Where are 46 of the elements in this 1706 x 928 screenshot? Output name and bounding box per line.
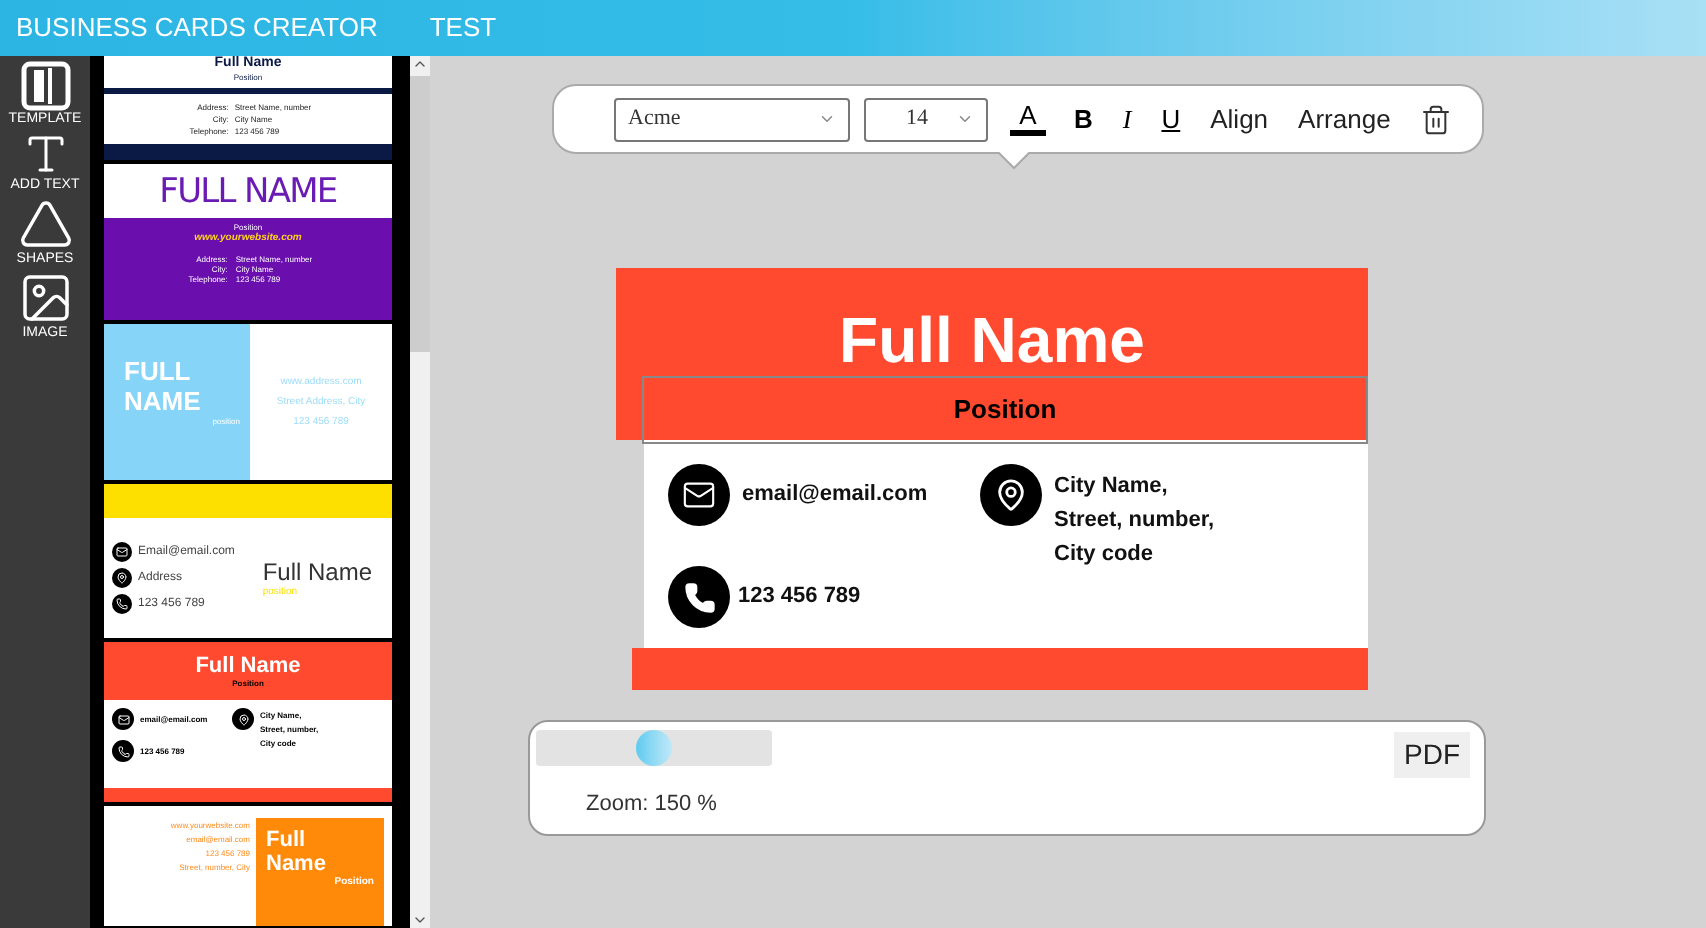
italic-button[interactable]: I [1116, 99, 1138, 139]
phone-icon [112, 740, 134, 762]
underline-button[interactable]: U [1155, 99, 1187, 139]
template-name: Full Name [262, 559, 372, 585]
card-address: City code [1054, 540, 1156, 570]
font-value: Acme [628, 104, 681, 135]
pin-icon [232, 708, 254, 730]
zoom-label: Zoom: 150 % [586, 790, 719, 820]
app-subtitle: TEST [429, 10, 497, 47]
card-address: City Name, [1054, 472, 1170, 502]
pdf-button[interactable]: PDF [1394, 732, 1470, 778]
phone-icon [112, 594, 132, 614]
toolbar-button[interactable]: Arrange [1292, 99, 1397, 139]
card-email: email@email.com [742, 480, 928, 511]
text-color-button[interactable]: A [1006, 102, 1050, 136]
size-select[interactable]: 14 [864, 97, 988, 141]
mail-icon [112, 542, 132, 562]
font-select[interactable]: Acme [614, 97, 850, 141]
triangle-icon [17, 196, 73, 252]
template-name: FULL NAME [159, 173, 337, 209]
bold-button[interactable]: B [1068, 99, 1099, 139]
card-name: Full Name [839, 304, 1145, 376]
template-name: FULL [124, 356, 193, 386]
template-name: Full Name [195, 654, 301, 678]
toolbar-button[interactable]: Align [1204, 99, 1275, 139]
template-name: Name [266, 852, 328, 876]
template-name: Full [266, 828, 308, 852]
scroll-up-icon[interactable] [412, 56, 428, 72]
app-title: BUSINESS CARDS CREATOR [16, 10, 378, 47]
size-value: 14 [906, 104, 928, 135]
card-position: Position [953, 392, 1057, 429]
image-icon [17, 270, 73, 326]
card-phone: 123 456 789 [738, 582, 861, 613]
caret-icon [818, 110, 836, 128]
pin-icon [980, 464, 1042, 526]
slider-thumb[interactable] [636, 730, 672, 766]
template-icon [19, 60, 71, 112]
phone-icon [668, 566, 730, 628]
mail-icon [112, 708, 134, 730]
pin-icon [112, 568, 132, 588]
scroll-down-icon[interactable] [412, 912, 428, 928]
mail-icon [668, 464, 730, 526]
caret-icon [956, 110, 974, 128]
zoom-slider[interactable] [536, 730, 772, 766]
card-address: Street, number, [1054, 506, 1215, 536]
template-name: NAME [124, 386, 203, 416]
